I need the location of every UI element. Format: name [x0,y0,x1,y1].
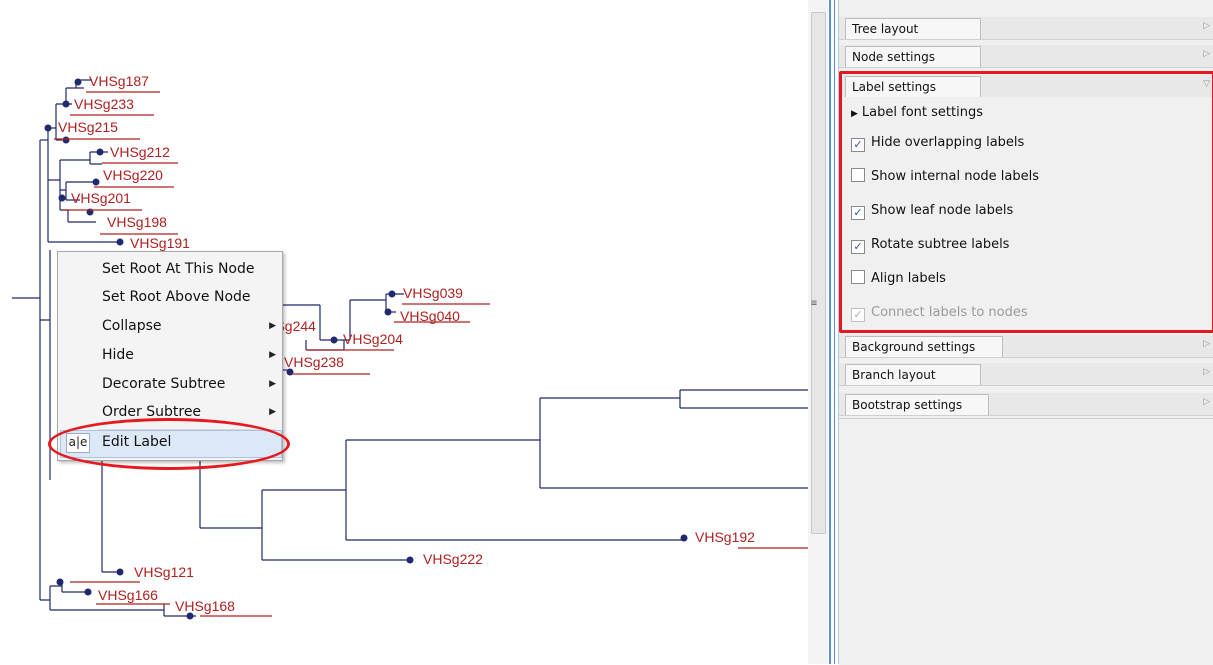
canvas-scrollbar[interactable]: ≡ [808,0,828,664]
menu-item-hide[interactable]: Hide ▶ [58,341,282,369]
menu-item-label: Collapse [102,318,162,334]
menu-item-label: Decorate Subtree [102,376,226,392]
panel-empty-area [839,418,1213,665]
scrollbar-thumb[interactable] [811,12,826,534]
leaf-label[interactable]: VHSg201 [71,190,131,206]
leaf-label[interactable]: VHSg039 [403,285,463,301]
leaf-label[interactable]: VHSg191 [130,235,190,251]
leaf-label[interactable]: VHSg215 [58,119,118,135]
section-title: Background settings [845,336,1003,357]
section-background-settings[interactable]: Background settings ▷ [839,335,1213,358]
section-title: Bootstrap settings [845,394,989,415]
menu-item-set-root-at-node[interactable]: Set Root At This Node [58,255,282,283]
grip-icon: ≡ [811,298,818,309]
section-node-settings[interactable]: Node settings ▷ [839,45,1213,68]
leaf-label[interactable]: VHSg192 [695,529,755,545]
leaf-label[interactable]: VHSg121 [134,564,194,580]
highlight-rectangle [839,71,1213,333]
menu-item-collapse[interactable]: Collapse ▶ [58,312,282,340]
section-branch-layout[interactable]: Branch layout ▷ [839,363,1213,386]
menu-item-set-root-above-node[interactable]: Set Root Above Node [58,283,282,311]
submenu-arrow-icon: ▶ [269,321,276,331]
leaf-label[interactable]: VHSg204 [343,331,403,347]
leaf-label[interactable]: VHSg220 [103,167,163,183]
leaf-label[interactable]: VHSg233 [74,96,134,112]
menu-item-label: Set Root At This Node [102,261,255,277]
section-bootstrap-settings[interactable]: Bootstrap settings ▷ [839,393,1213,416]
leaf-label[interactable]: VHSg168 [175,598,235,614]
submenu-arrow-icon: ▶ [269,350,276,360]
section-title: Tree layout [845,18,981,39]
expand-arrow-icon: ▷ [1203,21,1210,31]
leaf-label[interactable]: VHSg212 [110,144,170,160]
section-tree-layout[interactable]: Tree layout ▷ [839,17,1213,40]
submenu-arrow-icon: ▶ [269,407,276,417]
leaf-label[interactable]: VHSg198 [107,214,167,230]
panel-divider [829,0,831,664]
menu-item-decorate-subtree[interactable]: Decorate Subtree ▶ [58,370,282,398]
expand-arrow-icon: ▷ [1203,339,1210,349]
highlight-ellipse [48,418,290,470]
menu-item-label: Set Root Above Node [102,289,251,305]
expand-arrow-icon: ▷ [1203,367,1210,377]
panel-divider [834,0,835,664]
leaf-label[interactable]: VHSg222 [423,551,483,567]
leaf-label[interactable]: VHSg187 [89,73,149,89]
leaf-label[interactable]: VHSg166 [98,587,158,603]
submenu-arrow-icon: ▶ [269,379,276,389]
section-title: Node settings [845,46,981,67]
section-title: Branch layout [845,364,981,385]
expand-arrow-icon: ▷ [1203,49,1210,59]
menu-item-label: Hide [102,347,134,363]
expand-arrow-icon: ▷ [1203,397,1210,407]
leaf-label[interactable]: VHSg238 [284,354,344,370]
